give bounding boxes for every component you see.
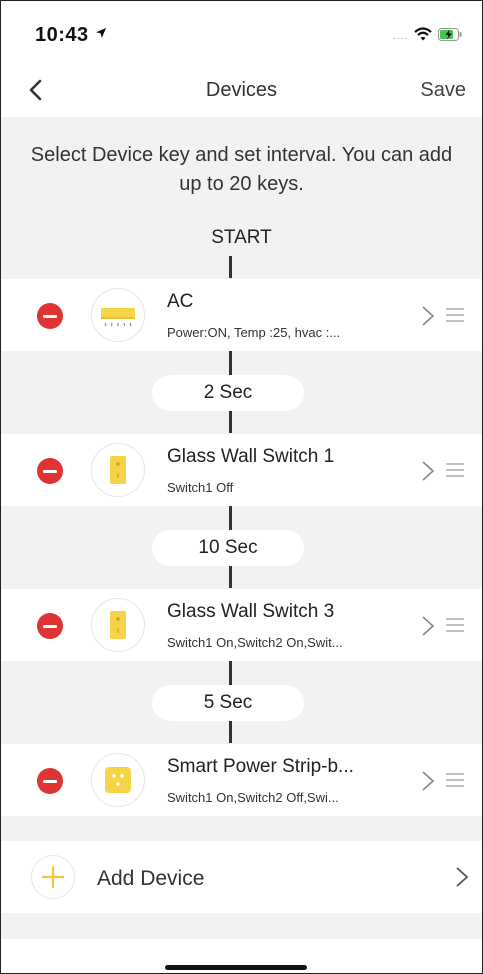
device-icon-container xyxy=(91,598,145,652)
drag-handle-icon[interactable] xyxy=(445,462,465,478)
plus-icon xyxy=(41,865,65,889)
drag-handle-icon[interactable] xyxy=(445,307,465,323)
wifi-icon xyxy=(414,27,432,41)
device-detail: Switch1 Off xyxy=(167,480,234,495)
device-detail: Power:ON, Temp :25, hvac :... xyxy=(167,325,341,340)
chevron-right-icon xyxy=(456,867,469,887)
device-icon-container xyxy=(91,288,145,342)
save-button[interactable]: Save xyxy=(420,79,466,102)
wall-switch-icon xyxy=(110,611,126,639)
device-row-smart-power-strip[interactable]: Smart Power Strip-b... Switch1 On,Switch… xyxy=(1,744,482,816)
sequence-connector xyxy=(229,566,232,588)
drag-handle-icon[interactable] xyxy=(445,772,465,788)
home-indicator[interactable] xyxy=(165,965,307,970)
chevron-right-icon[interactable] xyxy=(421,305,435,327)
page-title: Devices xyxy=(205,79,278,101)
remove-device-button[interactable] xyxy=(37,303,63,329)
device-row-glass-wall-switch-3[interactable]: Glass Wall Switch 3 Switch1 On,Switch2 O… xyxy=(1,589,482,661)
add-device-label: Add Device xyxy=(97,867,205,890)
power-strip-icon xyxy=(105,767,131,793)
signal-indicator: .... xyxy=(393,31,409,42)
location-arrow-icon xyxy=(96,28,106,38)
drag-handle-icon[interactable] xyxy=(445,617,465,633)
device-row-ac[interactable]: AC Power:ON, Temp :25, hvac :... xyxy=(1,279,482,351)
sequence-connector xyxy=(229,661,232,685)
device-name: Glass Wall Switch 1 xyxy=(167,446,335,467)
device-icon-container xyxy=(91,753,145,807)
sequence-connector xyxy=(229,256,232,278)
device-name: Glass Wall Switch 3 xyxy=(167,601,335,622)
interval-pill[interactable]: 10 Sec xyxy=(152,530,304,566)
start-label: START xyxy=(211,227,272,248)
add-device-button[interactable]: Add Device xyxy=(1,841,482,913)
chevron-right-icon[interactable] xyxy=(421,770,435,792)
add-icon-container xyxy=(31,855,75,899)
device-detail: Switch1 On,Switch2 Off,Swi... xyxy=(167,790,339,805)
battery-charging-icon xyxy=(438,28,462,41)
remove-device-button[interactable] xyxy=(37,458,63,484)
remove-device-button[interactable] xyxy=(37,768,63,794)
remove-device-button[interactable] xyxy=(37,613,63,639)
instruction-text: Select Device key and set interval. You … xyxy=(30,144,453,195)
sequence-connector xyxy=(229,411,232,433)
device-icon-container xyxy=(91,443,145,497)
status-bar: 10:43 .... xyxy=(1,1,482,63)
sequence-connector xyxy=(229,721,232,743)
navigation-bar: Devices Save xyxy=(1,63,482,117)
sequence-connector xyxy=(229,351,232,375)
sequence-connector xyxy=(229,506,232,530)
device-name: AC xyxy=(167,291,194,312)
interval-pill[interactable]: 5 Sec xyxy=(152,685,304,721)
chevron-right-icon[interactable] xyxy=(421,615,435,637)
device-name: Smart Power Strip-b... xyxy=(167,756,354,777)
device-detail: Switch1 On,Switch2 On,Swit... xyxy=(167,635,343,650)
device-row-glass-wall-switch-1[interactable]: Glass Wall Switch 1 Switch1 Off xyxy=(1,434,482,506)
air-conditioner-icon xyxy=(101,308,135,327)
interval-pill[interactable]: 2 Sec xyxy=(152,375,304,411)
chevron-right-icon[interactable] xyxy=(421,460,435,482)
wall-switch-icon xyxy=(110,456,126,484)
devices-screen: 10:43 .... Devices Save Select Device ke… xyxy=(0,0,483,974)
status-time: 10:43 xyxy=(35,24,89,46)
